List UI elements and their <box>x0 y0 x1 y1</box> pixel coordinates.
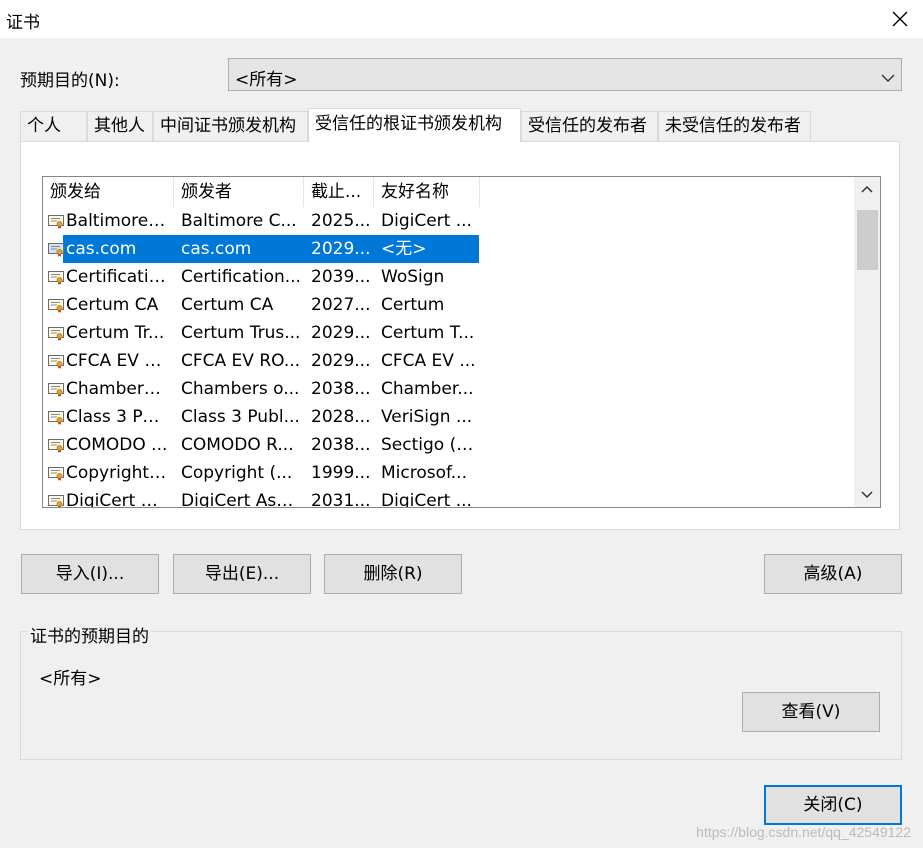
cell-issued-by: DigiCert Ass... <box>181 491 301 508</box>
import-button[interactable]: 导入(I)... <box>21 554 159 594</box>
table-row[interactable]: Chambers ... Chambers o... 2038... Chamber.… <box>43 375 855 403</box>
scroll-down-icon[interactable] <box>854 481 880 507</box>
table-row[interactable]: DigiCert A... DigiCert Ass... 2031... DigiC… <box>43 487 855 508</box>
cell-friendly-name: WoSign <box>381 267 445 287</box>
cell-friendly-name: Sectigo (f... <box>381 435 477 455</box>
column-issued-to[interactable]: 颁发给 <box>43 177 174 207</box>
cell-expiration: 2038... <box>311 379 371 399</box>
cell-friendly-name: CFCA EV ... <box>381 351 476 371</box>
table-row[interactable]: Certum Tr... Certum Trus... 2029... Certum … <box>43 319 855 347</box>
table-row[interactable]: Certificatio... Certification... 2039... Wo… <box>43 263 855 291</box>
view-button[interactable]: 查看(V) <box>742 692 880 732</box>
cell-issued-to: Certificatio... <box>66 267 168 287</box>
tab-personal[interactable]: 个人 <box>20 111 87 141</box>
table-row[interactable]: CFCA EV R... CFCA EV RO... 2029... CFCA EV … <box>43 347 855 375</box>
table-row[interactable]: Copyright ... Copyright (... 1999... Micros… <box>43 459 855 487</box>
certificate-icon <box>48 466 64 481</box>
table-row[interactable]: Class 3 Pu... Class 3 Publ... 2028... VeriS… <box>43 403 855 431</box>
cell-issued-to: Baltimore ... <box>66 211 168 231</box>
table-row[interactable]: Baltimore ... Baltimore C... 2025... DigiCe… <box>43 207 855 235</box>
cell-expiration: 2038... <box>311 435 371 455</box>
cell-issued-by: COMODO R... <box>181 435 294 455</box>
cell-expiration: 2027... <box>311 295 371 315</box>
remove-button[interactable]: 删除(R) <box>324 554 462 594</box>
cell-expiration: 2025... <box>311 211 371 231</box>
cell-friendly-name: DigiCert ... <box>381 491 472 508</box>
cell-friendly-name: VeriSign ... <box>381 407 473 427</box>
cell-expiration: 2039... <box>311 267 371 287</box>
tab-untrusted-publishers[interactable]: 未受信任的发布者 <box>658 111 811 141</box>
cell-friendly-name: DigiCert ... <box>381 211 472 231</box>
tab-intermediate-ca[interactable]: 中间证书颁发机构 <box>153 111 308 141</box>
close-button[interactable]: 关闭(C) <box>764 785 902 825</box>
scroll-up-icon[interactable] <box>854 177 880 203</box>
table-row[interactable]: Certum CA Certum CA 2027... Certum <box>43 291 855 319</box>
watermark: https://blog.csdn.net/qq_42549122 <box>696 824 911 840</box>
tab-strip: 个人 其他人 中间证书颁发机构 受信任的根证书颁发机构 受信任的发布者 未受信任… <box>20 108 900 142</box>
cell-issued-by: Class 3 Publ... <box>181 407 300 427</box>
cell-issued-to: cas.com <box>66 239 137 259</box>
tab-trusted-root-ca[interactable]: 受信任的根证书颁发机构 <box>308 108 521 142</box>
column-issued-by[interactable]: 颁发者 <box>174 177 304 207</box>
cell-friendly-name: Certum <box>381 295 445 315</box>
cell-issued-by: Chambers o... <box>181 379 300 399</box>
purposes-value: <所有> <box>39 669 102 689</box>
cell-friendly-name: Chamber... <box>381 379 474 399</box>
scrollbar-thumb[interactable] <box>857 210 878 270</box>
cell-expiration: 2029... <box>311 239 371 259</box>
table-row[interactable]: COMODO ... COMODO R... 2038... Sectigo (f..… <box>43 431 855 459</box>
cell-issued-by: Certum CA <box>181 295 274 315</box>
cell-issued-by: CFCA EV RO... <box>181 351 301 371</box>
vertical-scrollbar[interactable] <box>854 177 880 507</box>
certificate-icon <box>48 410 64 425</box>
cell-friendly-name: Microsof... <box>381 463 467 483</box>
cell-issued-by: Baltimore C... <box>181 211 297 231</box>
column-friendly-name[interactable]: 友好名称 <box>374 177 480 207</box>
cell-issued-by: Certification... <box>181 267 301 287</box>
purpose-dropdown-value: <所有> <box>235 70 298 90</box>
certificate-icon <box>48 214 64 229</box>
chevron-down-icon <box>881 68 895 88</box>
cell-friendly-name: Certum T... <box>381 323 475 343</box>
list-header: 颁发给 颁发者 截止... 友好名称 <box>43 177 880 207</box>
advanced-button[interactable]: 高级(A) <box>764 554 902 594</box>
export-button[interactable]: 导出(E)... <box>173 554 311 594</box>
cell-issued-to: Copyright ... <box>66 463 168 483</box>
certificate-icon <box>48 354 64 369</box>
cell-issued-to: Class 3 Pu... <box>66 407 168 427</box>
certificate-icon <box>48 382 64 397</box>
cell-issued-to: CFCA EV R... <box>66 351 168 371</box>
tab-trusted-publishers[interactable]: 受信任的发布者 <box>521 111 658 141</box>
cell-expiration: 2028... <box>311 407 371 427</box>
purposes-group-label: 证书的预期目的 <box>28 622 151 647</box>
cell-issued-to: DigiCert A... <box>66 491 168 508</box>
title-bar: 证书 <box>0 0 923 38</box>
close-icon[interactable] <box>887 6 913 32</box>
cell-issued-to: Chambers ... <box>66 379 168 399</box>
cell-friendly-name: <无> <box>381 239 427 259</box>
certificate-list[interactable]: 颁发给 颁发者 截止... 友好名称 Baltimore ... Baltimor… <box>42 176 881 508</box>
cell-issued-to: Certum Tr... <box>66 323 165 343</box>
certificate-icon <box>48 494 64 507</box>
cell-expiration: 2031... <box>311 491 371 508</box>
cell-expiration: 2029... <box>311 323 371 343</box>
cell-issued-to: Certum CA <box>66 295 159 315</box>
cell-issued-to: COMODO ... <box>66 435 168 455</box>
window-title: 证书 <box>6 13 40 33</box>
tab-other-people[interactable]: 其他人 <box>87 111 153 141</box>
cell-expiration: 1999... <box>311 463 371 483</box>
table-row[interactable]: cas.com cas.com 2029... <无> <box>43 235 855 263</box>
column-expiration[interactable]: 截止... <box>304 177 374 207</box>
certificate-icon <box>48 438 64 453</box>
cell-issued-by: Copyright (... <box>181 463 293 483</box>
certificate-icon <box>48 326 64 341</box>
cell-issued-by: Certum Trus... <box>181 323 301 343</box>
certificate-icon <box>48 298 64 313</box>
purpose-label: 预期目的(N): <box>20 71 120 91</box>
cell-expiration: 2029... <box>311 351 371 371</box>
purpose-dropdown[interactable]: <所有> <box>228 58 902 91</box>
cell-issued-by: cas.com <box>181 239 252 259</box>
certificate-icon <box>48 242 64 257</box>
certificate-icon <box>48 270 64 285</box>
